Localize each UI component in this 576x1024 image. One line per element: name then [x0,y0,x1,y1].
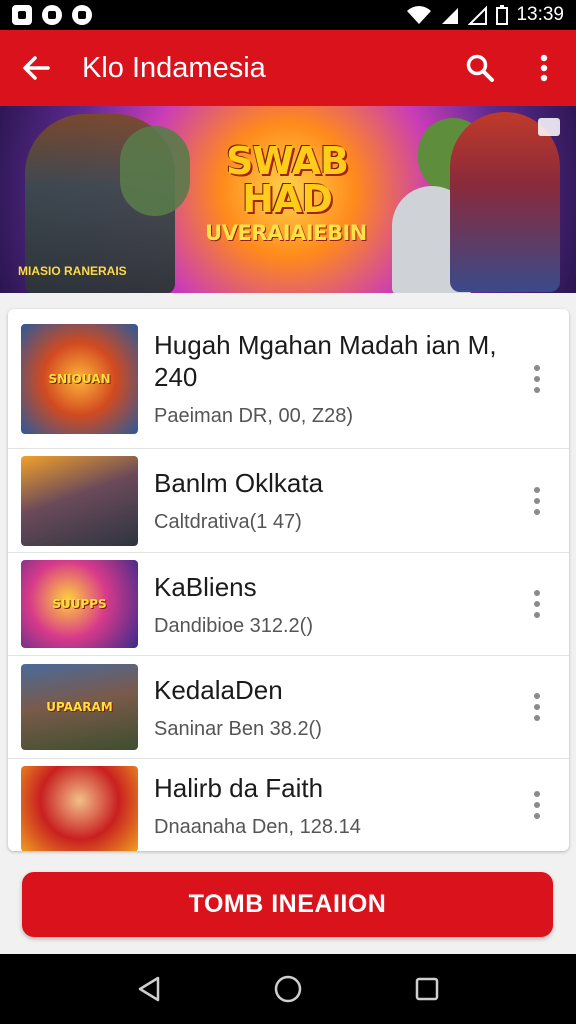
game-thumbnail [21,766,138,851]
nav-back-button[interactable] [119,959,179,1019]
app-bar: Klo Indamesia [0,30,576,106]
creature-character [120,126,190,216]
overflow-menu-button[interactable] [512,30,576,106]
item-title: Banlm Oklkata [154,468,324,498]
wifi-icon [407,6,432,24]
banner-title: SWAB HAD [226,139,349,221]
thumbnail-label: UPAARAM [46,700,113,714]
search-button[interactable] [448,30,512,106]
list-item[interactable]: Banlm Oklkata Caltdrativa(1 47) [8,449,569,553]
banner-caption: MIASIO RANERAIS [18,264,127,278]
square-recents-icon [415,977,438,1001]
item-more-button[interactable] [525,788,549,822]
list-item[interactable]: Halirb da Faith Dnaanaha Den, 128.14 [8,759,569,851]
item-more-button[interactable] [525,690,549,724]
hero-character-right [450,112,560,292]
list-item[interactable]: SNIOUAN Hugah Mgahan Madah ian M, 240 Pa… [8,309,569,449]
system-status: 13:39 [406,4,576,26]
gallery-notification-icon [12,5,32,25]
back-button[interactable] [0,30,72,106]
list-item[interactable]: UPAARAM KedalaDen Saninar Ben 38.2() [8,656,569,759]
chat-notification-icon [42,5,62,25]
nav-home-button[interactable] [258,959,318,1019]
item-title: KedalaDen [154,674,283,705]
thumbnail-label: SUUPPS [52,597,107,611]
item-more-button[interactable] [525,484,549,518]
item-subtitle: Dnaanaha Den, 128.14 [154,815,361,838]
item-text: Halirb da Faith Dnaanaha Den, 128.14 [138,772,569,839]
item-title: KaBliens [154,571,257,602]
system-nav-bar [0,954,576,1024]
item-more-button[interactable] [525,362,549,396]
game-list: SNIOUAN Hugah Mgahan Madah ian M, 240 Pa… [8,309,569,851]
nav-recents-button[interactable] [397,959,457,1019]
signal-2-icon [468,5,488,25]
arrow-left-icon [23,56,50,80]
item-more-button[interactable] [525,587,549,621]
search-icon [466,54,494,82]
item-text: KedalaDen Saninar Ben 38.2() [138,674,569,741]
notification-icons [0,5,92,25]
item-subtitle: Saninar Ben 38.2() [154,717,322,740]
item-text: KaBliens Dandibioe 312.2() [138,571,569,638]
item-subtitle: Dandibioe 312.2() [154,614,313,637]
item-title: Hugah Mgahan Madah ian M, 240 [154,330,497,392]
item-subtitle: Paeiman DR, 00, Z28) [154,405,353,427]
promo-banner[interactable]: SWAB HAD UVERAIAIEBIN MIASIO RANERAIS [0,106,576,293]
app-title: Klo Indamesia [82,51,266,84]
triangle-back-icon [139,976,160,1002]
item-title: Halirb da Faith [154,772,324,803]
banner-subtitle: UVERAIAIEBIN [205,221,367,245]
shield-notification-icon [72,5,92,25]
more-vertical-icon [540,54,548,82]
circle-home-icon [274,975,302,1003]
primary-action-button[interactable]: TOMB INEAIION [22,872,553,937]
status-bar: 13:39 [0,0,576,30]
list-item[interactable]: SUUPPS KaBliens Dandibioe 312.2() [8,553,569,656]
game-thumbnail: UPAARAM [21,664,138,750]
banner-badge [538,118,560,136]
item-subtitle: Caltdrativa(1 47) [154,511,302,533]
game-thumbnail: SUUPPS [21,560,138,648]
clock: 13:39 [516,4,564,25]
item-text: Banlm Oklkata Caltdrativa(1 47) [138,467,569,534]
battery-icon [496,5,509,25]
thumbnail-label: SNIOUAN [48,371,111,386]
game-thumbnail [21,455,138,546]
game-thumbnail: SNIOUAN [21,323,138,434]
signal-icon [442,8,459,24]
item-text: Hugah Mgahan Madah ian M, 240 Paeiman DR… [138,329,569,428]
